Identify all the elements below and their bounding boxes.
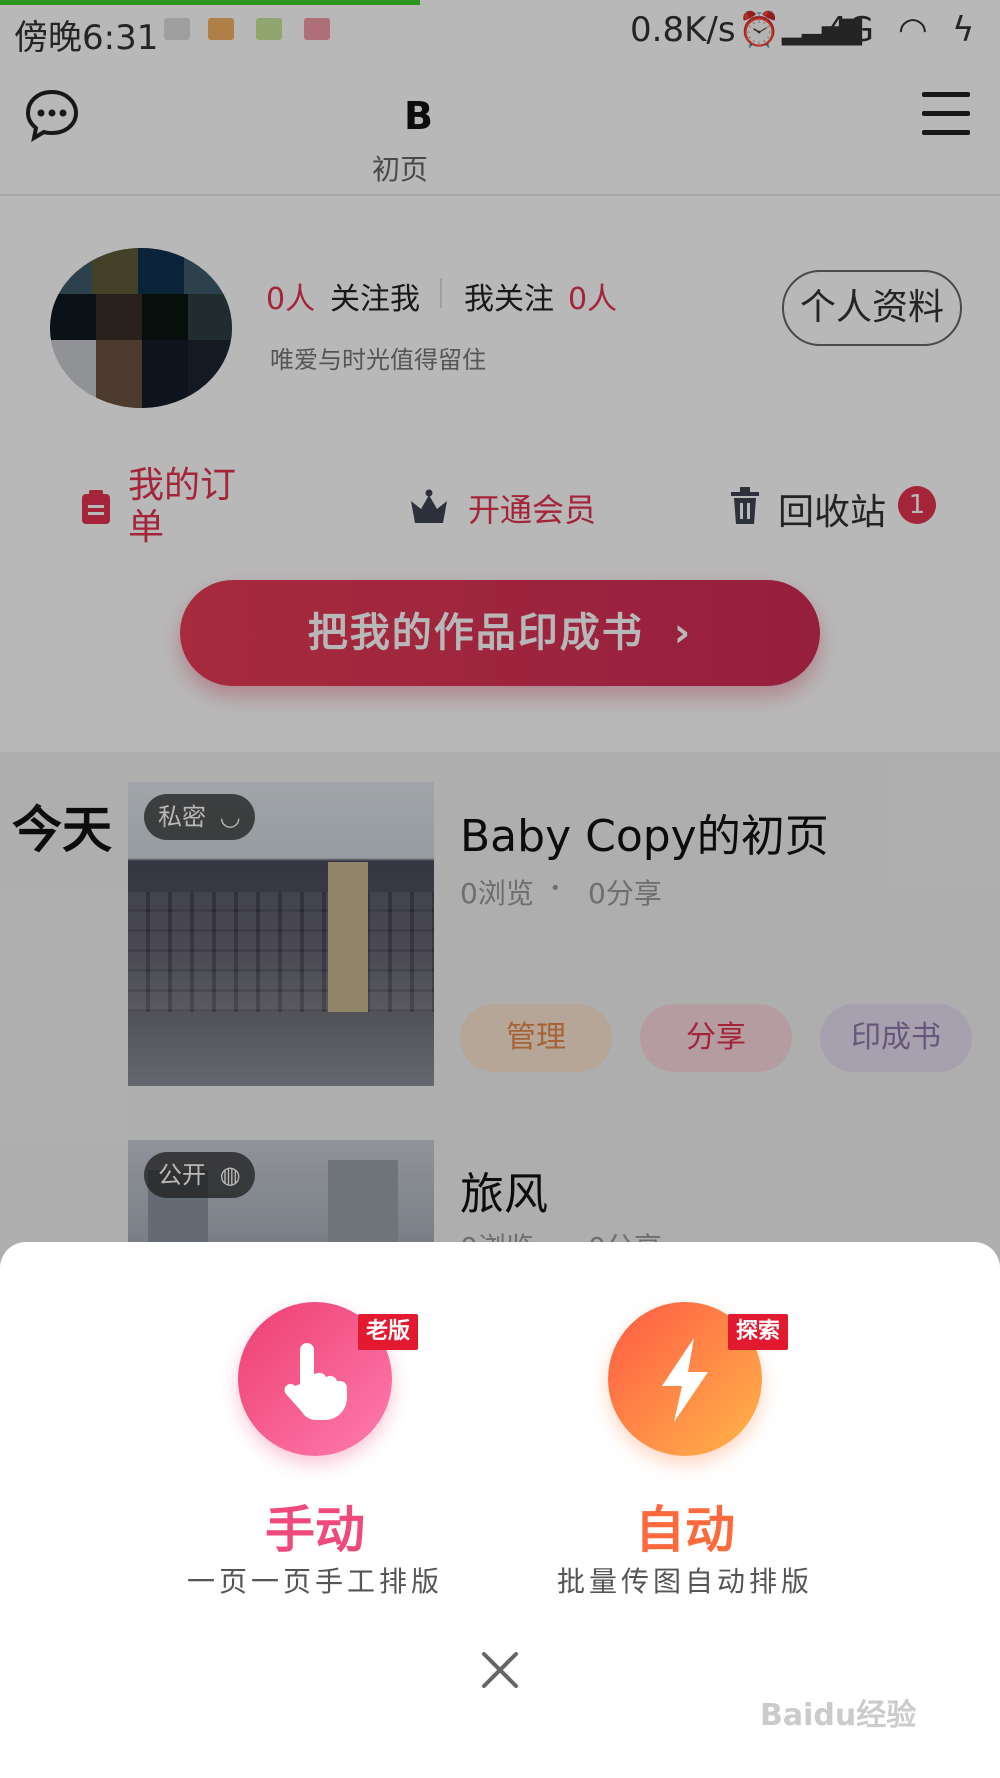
hand-tap-icon [284, 1343, 347, 1420]
auto-tag: 探索 [728, 1314, 789, 1350]
auto-title: 自动 [635, 1501, 735, 1559]
auto-option[interactable]: 探索 自动 批量传图自动排版 [530, 1302, 870, 1602]
manual-option[interactable]: 老版 手动 一页一页手工排版 [160, 1302, 500, 1602]
watermark: Baidu经验 [760, 1698, 917, 1733]
manual-tag: 老版 [358, 1314, 419, 1350]
manual-title: 手动 [265, 1501, 365, 1559]
manual-desc: 一页一页手工排版 [186, 1565, 443, 1598]
close-icon[interactable] [476, 1646, 524, 1694]
auto-desc: 批量传图自动排版 [556, 1565, 813, 1598]
lightning-icon [662, 1338, 708, 1422]
